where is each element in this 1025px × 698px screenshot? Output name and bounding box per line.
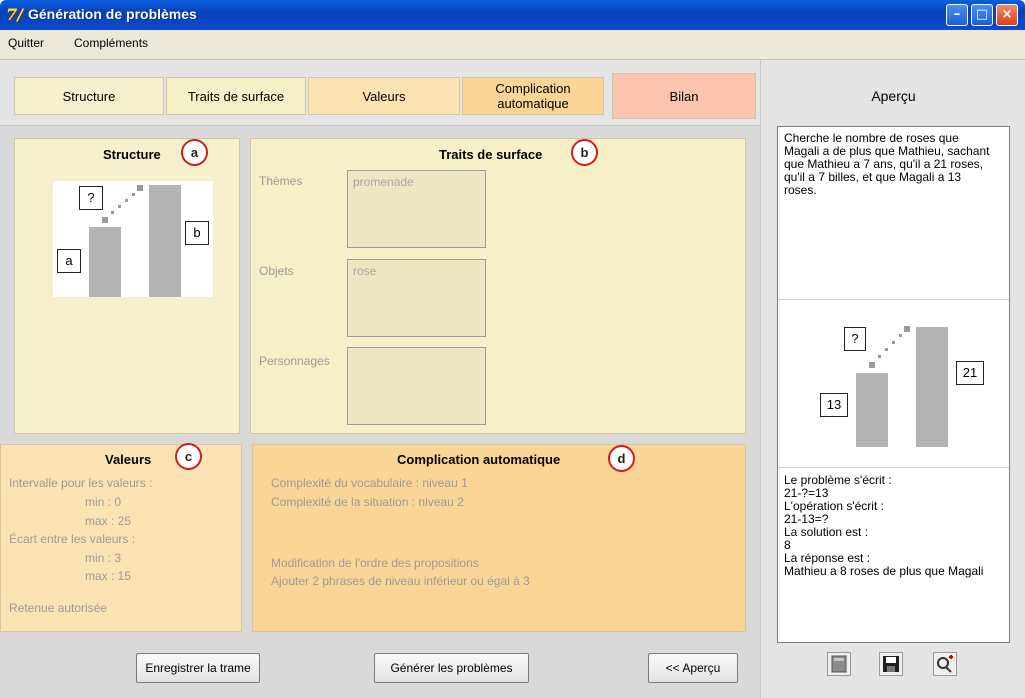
connector-dot xyxy=(125,199,128,202)
objects-value: rose xyxy=(353,264,377,278)
structure-diagram[interactable]: ? a b xyxy=(53,181,213,297)
marker-b: b xyxy=(571,139,598,166)
divider xyxy=(778,299,1009,300)
add-phrases: Ajouter 2 phrases de niveau inférieur ou… xyxy=(271,574,530,588)
structure-title: Structure xyxy=(103,147,161,162)
save-icon[interactable] xyxy=(879,652,903,676)
values-panel: Valeurs c Intervalle pour les valeurs : … xyxy=(0,443,242,632)
bar-a xyxy=(89,227,121,297)
maximize-icon[interactable]: □ xyxy=(971,4,993,26)
tab-structure[interactable]: Structure xyxy=(14,77,164,115)
connector-dot xyxy=(118,205,121,208)
close-icon[interactable]: × xyxy=(996,4,1018,26)
gap-min: min : 3 xyxy=(85,551,122,565)
save-template-button[interactable]: Enregistrer la trame xyxy=(136,653,260,683)
preview-button[interactable]: << Aperçu xyxy=(648,653,738,683)
tab-bilan[interactable]: Bilan xyxy=(612,73,756,119)
carry-label: Retenue autorisée xyxy=(9,601,108,615)
range-min: min : 0 xyxy=(85,495,122,509)
title-bar: 7/ Génération de problèmes – □ × xyxy=(0,0,1025,30)
themes-field[interactable]: promenade xyxy=(347,170,486,248)
menu-bar: Quitter Compléments xyxy=(0,30,1025,60)
marker-c: c xyxy=(175,443,202,470)
values-title: Valeurs xyxy=(105,452,152,467)
preview-sidebar: Aperçu Cherche le nombre de roses que Ma… xyxy=(760,60,1025,698)
preview-box[interactable]: Cherche le nombre de roses que Magali a … xyxy=(777,126,1010,643)
label-b: b xyxy=(185,221,209,245)
menu-complements[interactable]: Compléments xyxy=(74,36,148,50)
solution-line: Mathieu a 8 roses de plus que Magali xyxy=(784,564,984,578)
situation-level: Complexité de la situation : niveau 2 xyxy=(271,495,464,509)
gap-label: Écart entre les valeurs : xyxy=(9,532,136,546)
vocab-level: Complexité du vocabulaire : niveau 1 xyxy=(271,476,468,490)
tab-complication[interactable]: Complication automatique xyxy=(462,77,604,115)
preview-label-21: 21 xyxy=(956,361,984,385)
complication-panel: Complication automatique d Complexité du… xyxy=(252,444,746,632)
connector-dot xyxy=(137,185,143,191)
connector-dot xyxy=(878,355,881,358)
connector-dot xyxy=(885,348,888,351)
bar-big xyxy=(916,327,948,447)
order-modification: Modification de l'ordre des propositions xyxy=(271,556,479,570)
connector-dot xyxy=(102,217,108,223)
connector-dot xyxy=(111,211,114,214)
range-label: Intervalle pour les valeurs : xyxy=(9,476,153,490)
connector-dot xyxy=(869,362,875,368)
generate-problems-button[interactable]: Générer les problèmes xyxy=(374,653,529,683)
preview-diagram: ? 13 21 xyxy=(814,317,984,447)
surface-title: Traits de surface xyxy=(439,147,543,162)
characters-field[interactable] xyxy=(347,347,486,425)
book-icon[interactable] xyxy=(827,652,851,676)
menu-quit[interactable]: Quitter xyxy=(8,36,44,50)
objects-label: Objets xyxy=(259,264,294,278)
connector-dot xyxy=(132,193,135,196)
window-title: Génération de problèmes xyxy=(28,6,197,22)
objects-field[interactable]: rose xyxy=(347,259,486,337)
themes-label: Thèmes xyxy=(259,174,303,188)
connector-dot xyxy=(904,326,910,332)
tab-surface[interactable]: Traits de surface xyxy=(166,77,306,115)
tab-values[interactable]: Valeurs xyxy=(308,77,460,115)
gap-max: max : 15 xyxy=(85,569,132,583)
preview-label-13: 13 xyxy=(820,393,848,417)
minimize-icon[interactable]: – xyxy=(946,4,968,26)
structure-panel: Structure a ? a b xyxy=(14,138,240,434)
marker-d: d xyxy=(608,445,635,472)
connector-dot xyxy=(892,341,895,344)
label-a: a xyxy=(57,249,81,273)
range-max: max : 25 xyxy=(85,514,132,528)
tab-bar: Structure Traits de surface Valeurs Comp… xyxy=(0,60,760,126)
solution-line: La solution est : xyxy=(784,525,869,539)
problem-text-line: roses. xyxy=(784,183,817,197)
preview-label-question: ? xyxy=(844,327,866,351)
divider xyxy=(778,467,1009,468)
marker-a: a xyxy=(181,139,208,166)
surface-panel: Traits de surface b Thèmes promenade Obj… xyxy=(250,138,746,434)
characters-label: Personnages xyxy=(259,354,330,368)
preview-title: Aperçu xyxy=(871,88,916,104)
bar-b xyxy=(149,185,181,297)
main-area: Structure Traits de surface Valeurs Comp… xyxy=(0,60,760,698)
connector-dot xyxy=(899,334,902,337)
zoom-icon[interactable] xyxy=(933,652,957,676)
label-question: ? xyxy=(79,186,103,210)
complication-title: Complication automatique xyxy=(397,452,561,467)
app-logo-icon: 7/ xyxy=(6,5,23,24)
bar-small xyxy=(856,373,888,447)
themes-value: promenade xyxy=(353,175,414,189)
